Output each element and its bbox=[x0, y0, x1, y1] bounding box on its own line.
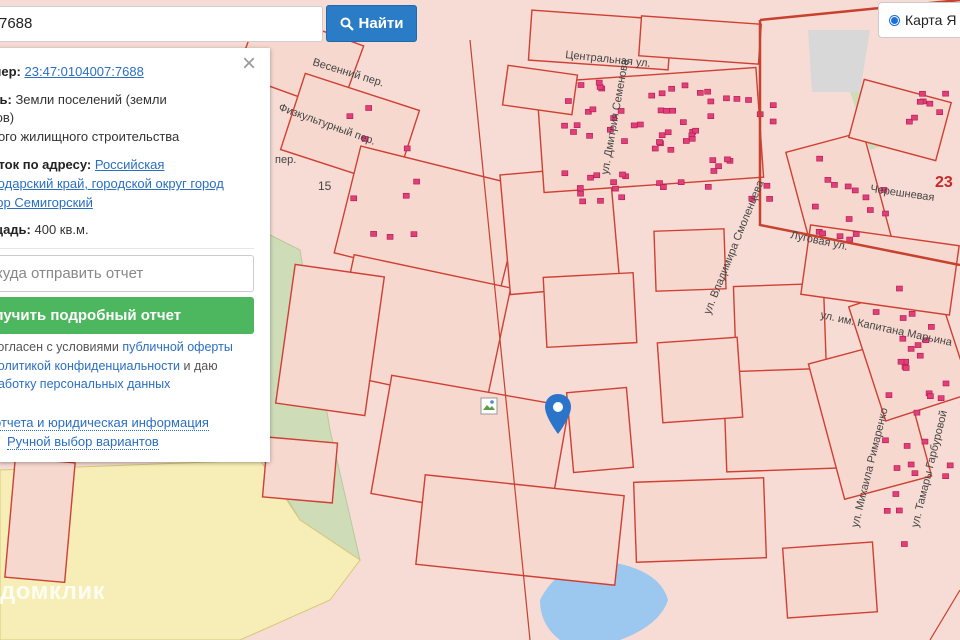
email-input[interactable]: куда отправить отчет bbox=[0, 255, 254, 292]
street-label-per: пер. bbox=[275, 154, 296, 166]
purpose-row: ель: Земли поселений (земли bbox=[0, 90, 270, 109]
report-info-link[interactable]: отчета и юридическая информация bbox=[0, 415, 209, 431]
search-button[interactable]: Найти bbox=[326, 5, 417, 42]
map-type-selector[interactable]: Карта Я bbox=[878, 2, 960, 38]
purpose-value-2: ктов) bbox=[0, 108, 270, 127]
address-label: асток по адресу: bbox=[0, 157, 91, 172]
address-link-2[interactable]: снодарский край, городской округ город bbox=[0, 176, 224, 191]
report-info-row: отчета и юридическая информация bbox=[0, 415, 209, 430]
address-line-3: утор Семигорский bbox=[0, 193, 270, 212]
manual-select-row: Ручной выбор вариантов bbox=[7, 434, 159, 449]
cadastral-row: омер: 23:47:0104007:7688 bbox=[0, 62, 270, 81]
cadastral-label: омер: bbox=[0, 64, 21, 79]
map-type-label: Карта Я bbox=[905, 12, 956, 28]
purpose-value-1: Земли поселений (земли bbox=[15, 92, 166, 107]
search-input[interactable]: 7688 bbox=[0, 6, 323, 42]
watermark-brand: домклик bbox=[0, 578, 105, 606]
address-link-3[interactable]: утор Семигорский bbox=[0, 195, 93, 210]
area-row: ощадь: 400 кв.м. bbox=[0, 220, 270, 239]
parcel-info-panel: × омер: 23:47:0104007:7688 ель: Земли по… bbox=[0, 48, 270, 462]
area-value: 400 кв.м. bbox=[35, 222, 89, 237]
purpose-label: ель: bbox=[0, 92, 12, 107]
radio-selected-icon[interactable] bbox=[889, 15, 900, 26]
area-label: ощадь: bbox=[0, 222, 31, 237]
address-row: асток по адресу: Российская bbox=[0, 155, 270, 174]
purpose-value-3: ьного жилищного строительства bbox=[0, 127, 270, 146]
divider bbox=[0, 248, 254, 249]
address-line-2: снодарский край, городской округ город bbox=[0, 174, 270, 193]
number-label-23: 23 bbox=[935, 174, 953, 191]
number-label-15: 15 bbox=[318, 179, 332, 193]
search-button-label: Найти bbox=[359, 15, 404, 32]
manual-select-link[interactable]: Ручной выбор вариантов bbox=[7, 434, 159, 450]
location-pin-icon[interactable] bbox=[543, 393, 573, 435]
get-report-button[interactable]: лучить подробный отчет bbox=[0, 297, 254, 334]
cadastral-number-link[interactable]: 23:47:0104007:7688 bbox=[25, 64, 144, 79]
agree-prefix: согласен с условиями bbox=[0, 340, 122, 354]
data-processing-link[interactable]: работку персональных данных bbox=[0, 377, 170, 391]
agree-middle: и даю bbox=[180, 359, 218, 373]
privacy-policy-link[interactable]: политикой конфиденциальности bbox=[0, 359, 180, 373]
search-icon bbox=[340, 17, 354, 31]
agreement-text: согласен с условиями публичной оферты по… bbox=[0, 338, 261, 394]
broken-image-icon bbox=[480, 397, 498, 415]
address-link-1[interactable]: Российская bbox=[95, 157, 165, 172]
public-offer-link[interactable]: публичной оферты bbox=[122, 340, 232, 354]
